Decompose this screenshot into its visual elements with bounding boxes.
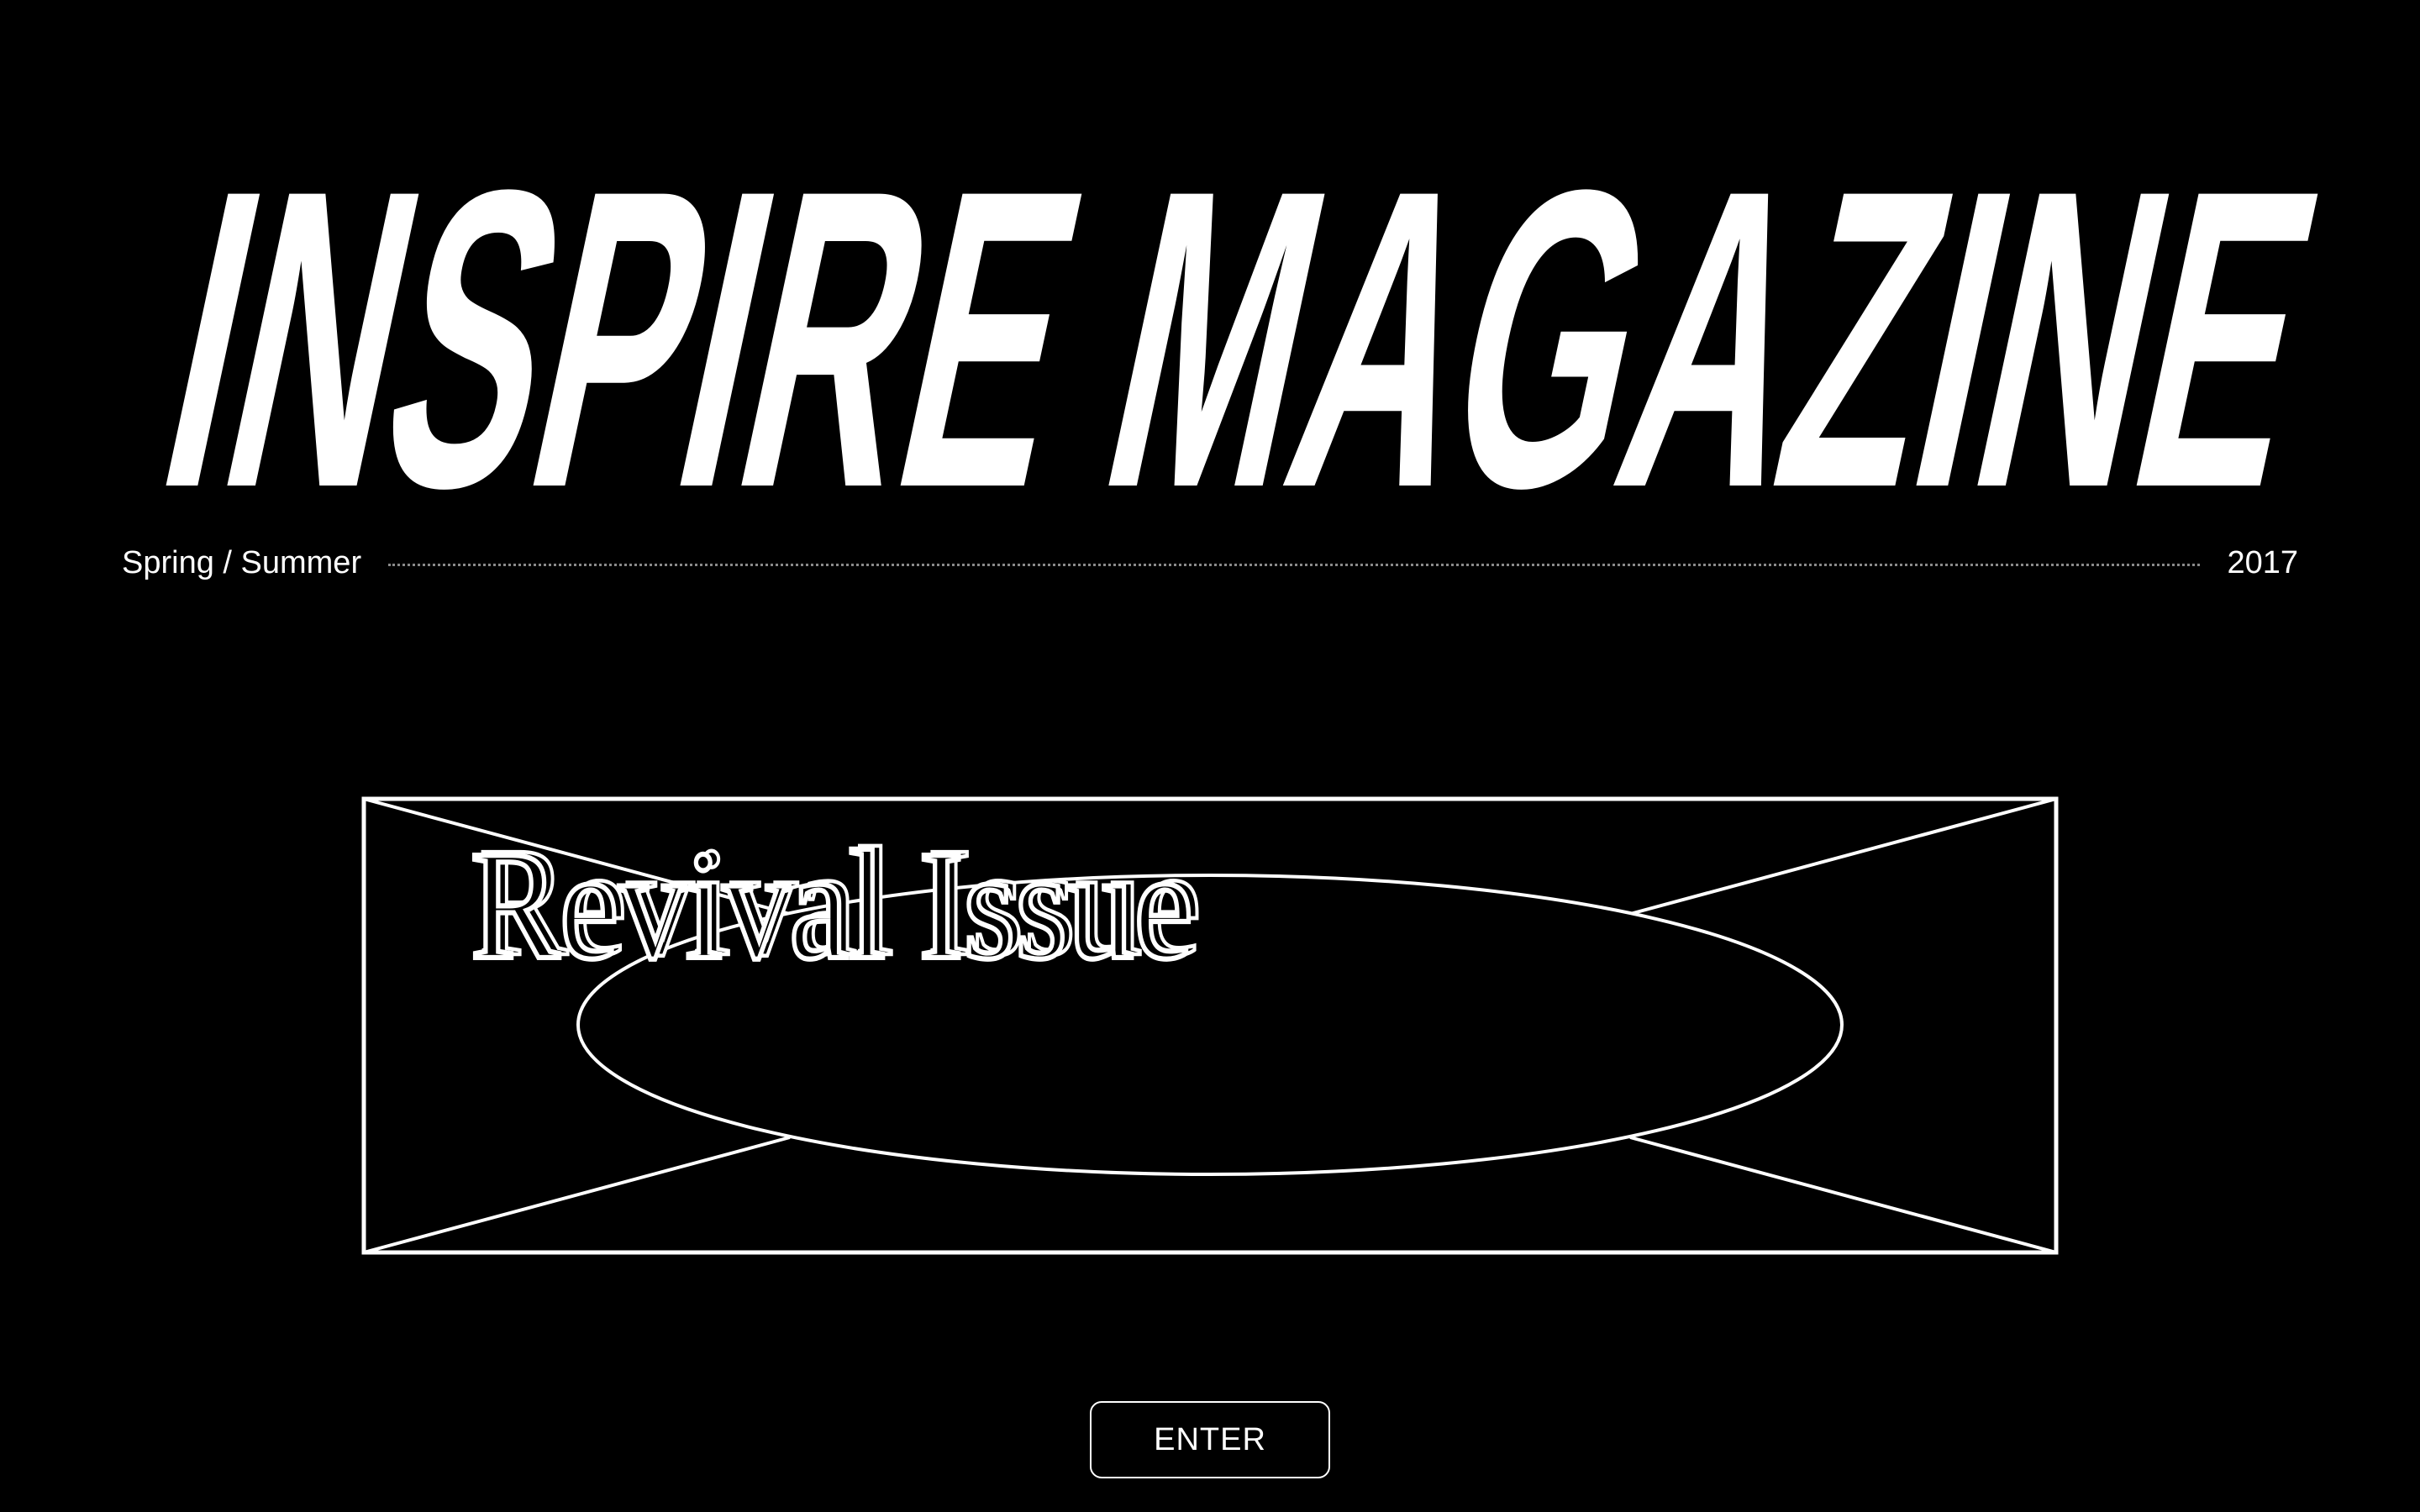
issue-info-line: Spring / Summer 2017 [122,542,2298,584]
year-label: 2017 [2227,544,2298,580]
frame-diagonal-right-top [1629,797,2057,916]
masthead-svg: INSPIRE MAGAZINE [132,109,2350,546]
cover-label-group: Revival Issue Revival Issue [469,814,1203,994]
masthead: INSPIRE MAGAZINE [0,109,2420,546]
cover-label: Revival Issue [471,819,1193,992]
frame-diagonal-right-bottom [1629,1136,2057,1254]
frame-diagonal-left-bottom [363,1136,791,1254]
masthead-title: INSPIRE MAGAZINE [132,109,2350,546]
season-label: Spring / Summer [122,544,362,580]
cover-frame-svg: Revival Issue Revival Issue [361,796,2059,1255]
cover-graphic[interactable]: Revival Issue Revival Issue [361,790,2059,1260]
dotted-divider [388,563,2201,566]
enter-button[interactable]: ENTER [1090,1401,1330,1478]
landing-page: INSPIRE MAGAZINE Spring / Summer 2017 Re… [0,0,2420,1512]
